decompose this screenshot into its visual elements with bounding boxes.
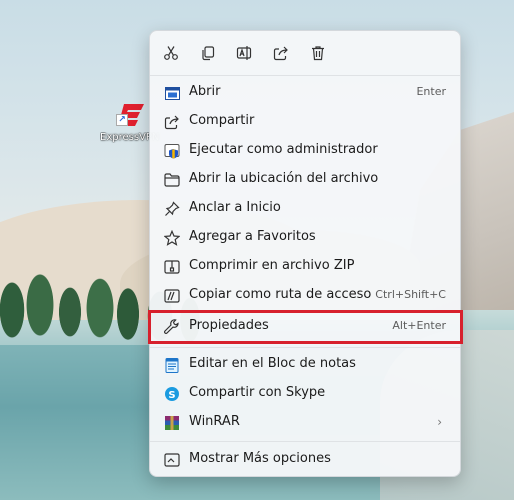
menu-item-show-more-options[interactable]: Mostrar Más opciones [154,445,456,474]
rename-button[interactable] [231,41,257,65]
menu-item-label: Ejecutar como administrador [189,142,378,157]
chevron-right-icon: › [437,415,442,429]
zip-icon [163,258,181,276]
menu-item-run-as-admin[interactable]: Ejecutar como administrador [154,136,456,165]
quick-actions-bar [150,31,460,75]
menu-item-label: Editar en el Bloc de notas [189,356,356,371]
menu-item-pin-to-start[interactable]: Anclar a Inicio [154,194,456,223]
menu-item-compress-zip[interactable]: Comprimir en archivo ZIP [154,252,456,281]
copy-button[interactable] [195,41,221,65]
menu-separator [150,75,460,76]
menu-item-edit-notepad[interactable]: Editar en el Bloc de notas [154,350,456,379]
menu-item-label: Comprimir en archivo ZIP [189,258,355,273]
context-menu: Abrir Enter Compartir Ejecutar como admi… [149,30,461,477]
menu-item-label: Compartir [189,113,255,128]
menu-item-label: Copiar como ruta de acceso [189,287,372,302]
share-button[interactable] [268,41,294,65]
menu-item-label: Abrir la ubicación del archivo [189,171,379,186]
menu-item-label: Compartir con Skype [189,385,326,400]
menu-item-open-file-location[interactable]: Abrir la ubicación del archivo [154,165,456,194]
delete-button[interactable] [305,41,331,65]
rename-icon [236,46,252,60]
menu-item-shortcut: Ctrl+Shift+C [375,288,446,301]
menu-separator [150,441,460,442]
notepad-icon [163,356,181,374]
menu-item-label: Mostrar Más opciones [189,451,331,466]
svg-text:S: S [168,390,175,401]
menu-item-shortcut: Enter [416,85,446,98]
menu-item-copy-as-path[interactable]: Copiar como ruta de acceso Ctrl+Shift+C [154,281,456,310]
menu-item-label: Anclar a Inicio [189,200,281,215]
menu-separator [150,347,460,348]
star-icon [163,229,181,247]
trash-icon [312,46,324,61]
copy-icon [202,46,215,61]
copy-path-icon [163,287,181,305]
shield-icon [163,142,181,160]
share-icon [163,113,181,131]
menu-item-label: Abrir [189,84,221,99]
menu-item-share[interactable]: Compartir [154,107,456,136]
menu-item-open[interactable]: Abrir Enter [154,78,456,107]
pin-icon [163,200,181,218]
menu-item-add-to-favorites[interactable]: Agregar a Favoritos [154,223,456,252]
scissors-icon [164,46,178,60]
cut-button[interactable] [158,41,184,65]
menu-item-label: WinRAR [189,414,240,429]
skype-icon: S [163,385,181,403]
shortcut-arrow-icon: ↗ [116,114,128,126]
menu-item-winrar[interactable]: WinRAR › [154,408,456,437]
open-window-icon [163,84,181,102]
folder-icon [163,171,181,189]
menu-item-label: Agregar a Favoritos [189,229,316,244]
more-options-icon [163,451,181,469]
winrar-icon [163,414,181,432]
highlight-frame [148,310,463,344]
share-icon [273,46,288,61]
menu-item-share-skype[interactable]: S Compartir con Skype [154,379,456,408]
